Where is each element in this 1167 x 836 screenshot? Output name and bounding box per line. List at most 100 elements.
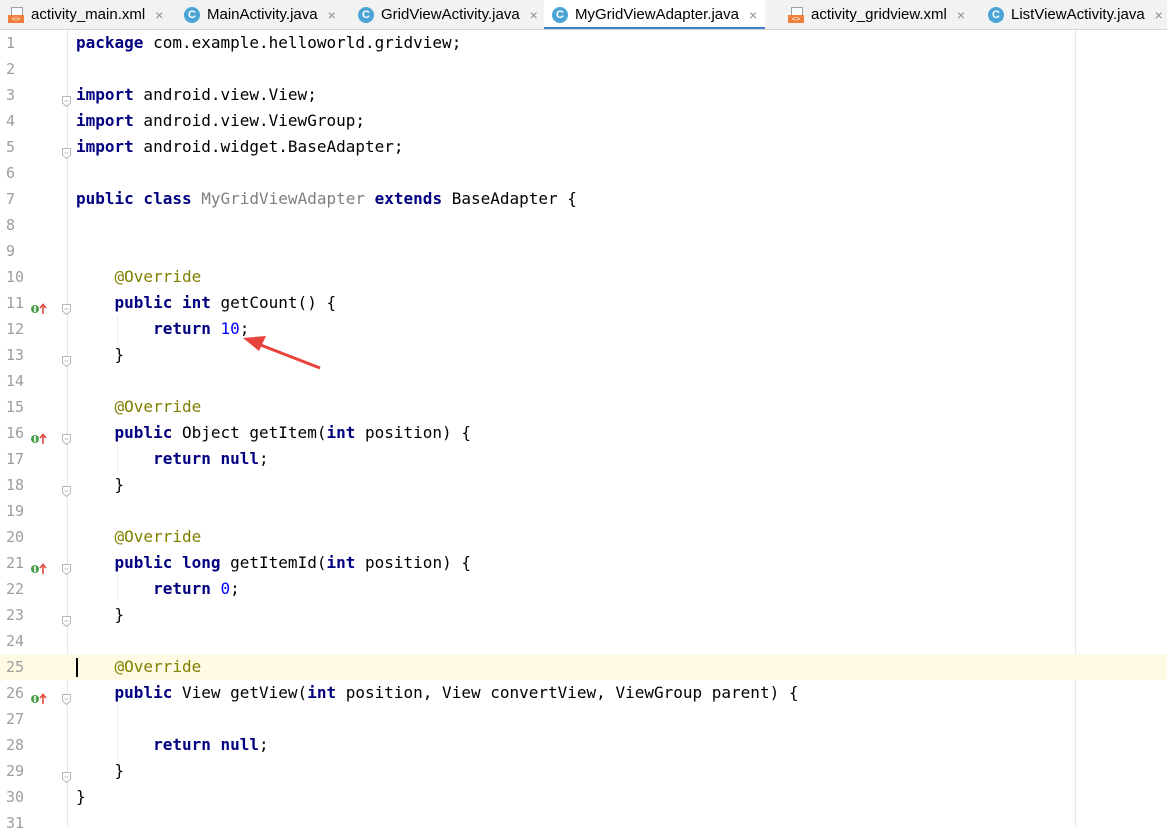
java-class-icon: C (988, 6, 1004, 23)
line-number: 14 (6, 372, 25, 390)
code-line[interactable]: 19 (0, 498, 1167, 524)
keyword-token: import (76, 111, 134, 130)
line-number: 12 (6, 320, 25, 338)
tab-label: MyGridViewAdapter.java (575, 6, 739, 23)
line-number: 28 (6, 736, 25, 754)
fold-marker-icon[interactable] (62, 349, 71, 368)
fold-marker-icon[interactable] (62, 479, 71, 498)
line-number: 5 (6, 138, 16, 156)
tab-label: MainActivity.java (207, 6, 318, 23)
fold-marker-icon[interactable] (62, 687, 71, 706)
code-token: Object getItem( (172, 423, 327, 442)
code-line[interactable]: 15 @Override (0, 394, 1167, 420)
indent-guide (117, 576, 118, 602)
keyword-token: public (114, 683, 173, 702)
code-line[interactable]: 31 (0, 810, 1167, 836)
fold-marker-icon[interactable] (62, 89, 71, 108)
fold-marker-icon[interactable] (62, 765, 71, 784)
fold-marker-icon[interactable] (62, 557, 71, 576)
tab-activity-gridview-xml[interactable]: <> activity_gridview.xml × (788, 0, 965, 29)
code-line[interactable]: 18 } (0, 472, 1167, 498)
close-tab-icon[interactable]: × (530, 7, 538, 23)
line-number: 24 (6, 632, 25, 650)
implements-method-icon[interactable] (30, 427, 48, 444)
code-line[interactable]: 27 (0, 706, 1167, 732)
code-line[interactable]: 4 import android.view.ViewGroup; (0, 108, 1167, 134)
code-line[interactable]: 12 return 10; (0, 316, 1167, 342)
implements-method-icon[interactable] (30, 297, 48, 314)
code-text: } (76, 342, 125, 368)
keyword-token: public class (76, 189, 192, 208)
keyword-token: return null (153, 735, 260, 754)
code-token: getItemId( (220, 553, 327, 572)
code-token: } (76, 475, 125, 494)
code-line[interactable]: 21 public long getItemId(int position) { (0, 550, 1167, 576)
tab-label: ListViewActivity.java (1011, 6, 1145, 23)
code-line[interactable]: 8 (0, 212, 1167, 238)
tab-activity-main-xml[interactable]: <> activity_main.xml × (8, 0, 163, 29)
annotation-token: @Override (114, 657, 202, 676)
tab-mygridviewadapter-java[interactable]: C MyGridViewAdapter.java × (544, 0, 766, 29)
code-token: getCount() { (210, 293, 337, 312)
code-line[interactable]: 6 (0, 160, 1167, 186)
fold-marker-icon[interactable] (62, 609, 71, 628)
code-line[interactable]: 29 } (0, 758, 1167, 784)
code-line[interactable]: 24 (0, 628, 1167, 654)
fold-marker-icon[interactable] (62, 427, 71, 446)
keyword-token: int (326, 423, 356, 442)
code-line[interactable]: 2 (0, 56, 1167, 82)
tab-listviewactivity-java[interactable]: C ListViewActivity.java × (988, 0, 1163, 29)
code-line[interactable]: 23 } (0, 602, 1167, 628)
code-line[interactable]: 3 import android.view.View; (0, 82, 1167, 108)
code-token: ; (259, 735, 269, 754)
close-tab-icon[interactable]: × (1155, 7, 1163, 23)
code-line[interactable]: 7 public class MyGridViewAdapter extends … (0, 186, 1167, 212)
code-line[interactable]: 30} (0, 784, 1167, 810)
close-tab-icon[interactable]: × (328, 7, 336, 23)
java-class-icon: C (358, 6, 374, 23)
annotation-token: @Override (114, 527, 202, 546)
code-editor[interactable]: 1 package com.example.helloworld.gridview… (0, 30, 1167, 832)
close-tab-icon[interactable]: × (749, 7, 757, 23)
line-number: 7 (6, 190, 16, 208)
fold-marker-icon[interactable] (62, 297, 71, 316)
close-tab-icon[interactable]: × (155, 7, 163, 23)
tab-mainactivity-java[interactable]: C MainActivity.java × (184, 0, 336, 29)
code-line[interactable]: 5 import android.widget.BaseAdapter; (0, 134, 1167, 160)
code-line[interactable]: 28 return null; (0, 732, 1167, 758)
code-line[interactable]: 11 public int getCount() { (0, 290, 1167, 316)
tab-gridviewactivity-java[interactable]: C GridViewActivity.java × (358, 0, 538, 29)
code-line[interactable]: 17 return null; (0, 446, 1167, 472)
implements-method-icon[interactable] (30, 687, 48, 704)
line-number: 3 (6, 86, 16, 104)
text-caret (76, 658, 78, 677)
code-line[interactable]: 10 @Override (0, 264, 1167, 290)
code-line[interactable]: 14 (0, 368, 1167, 394)
code-line[interactable]: 13 } (0, 342, 1167, 368)
code-line[interactable]: 16 public Object getItem(int position) { (0, 420, 1167, 446)
code-line[interactable]: 25 @Override (0, 654, 1167, 680)
code-line[interactable]: 26 public View getView(int position, Vie… (0, 680, 1167, 706)
fold-marker-icon[interactable] (62, 141, 71, 160)
code-line[interactable]: 22 return 0; (0, 576, 1167, 602)
keyword-token: return (153, 579, 211, 598)
code-line[interactable]: 20 @Override (0, 524, 1167, 550)
close-tab-icon[interactable]: × (957, 7, 965, 23)
code-line[interactable]: 1 package com.example.helloworld.gridview… (0, 30, 1167, 56)
tab-label: activity_main.xml (31, 6, 146, 23)
code-text: @Override (76, 394, 202, 420)
line-number: 25 (6, 658, 25, 676)
implements-method-icon[interactable] (30, 557, 48, 574)
keyword-token: import (76, 137, 134, 156)
code-line[interactable]: 9 (0, 238, 1167, 264)
number-token: 10 (220, 319, 240, 338)
code-text: } (76, 758, 125, 784)
keyword-token: int (307, 683, 337, 702)
indent-guide (117, 706, 118, 758)
code-token: position) { (355, 553, 471, 572)
code-token: position) { (355, 423, 471, 442)
